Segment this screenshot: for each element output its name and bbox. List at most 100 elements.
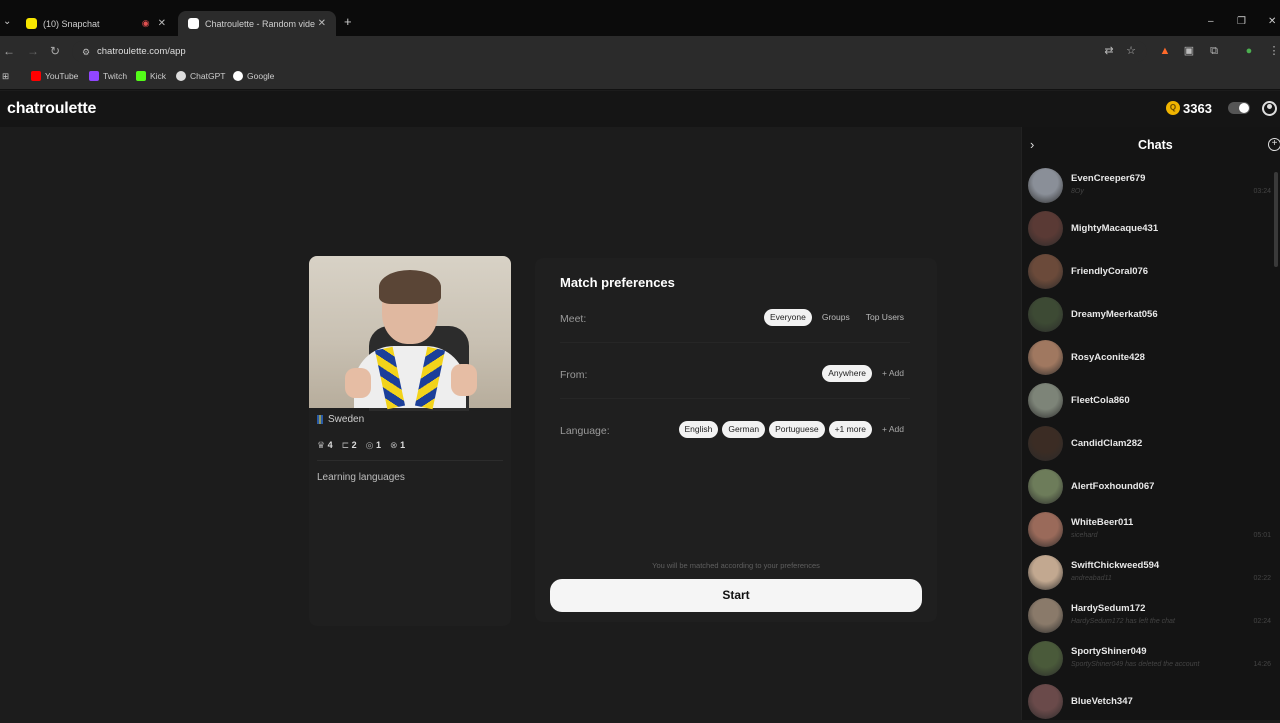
collapse-chevron-icon[interactable]: › (1030, 137, 1034, 152)
snapchat-icon (26, 18, 37, 29)
user-account-icon[interactable] (1262, 101, 1277, 116)
profile-avatar-icon[interactable]: ● (1243, 45, 1255, 57)
match-preferences-card: Match preferences Meet: Everyone Groups … (535, 258, 937, 622)
back-icon[interactable]: ← (3, 44, 15, 58)
restore-icon[interactable]: ❐ (1237, 16, 1246, 27)
bookmark-label: YouTube (45, 71, 79, 81)
chat-list-item[interactable]: CandidClam282 (1028, 425, 1273, 465)
chat-username: MightyMacaque431 (1071, 223, 1159, 234)
new-chat-icon[interactable]: + (1268, 138, 1280, 151)
app-header (0, 91, 1280, 127)
bookmark-twitch[interactable]: Twitch (89, 71, 127, 81)
avatar (1028, 383, 1063, 418)
close-window-icon[interactable]: ✕ (1268, 16, 1276, 27)
chat-username: FleetCola860 (1071, 395, 1130, 406)
chat-username: SwiftChickweed594 (1071, 560, 1160, 571)
minimize-icon[interactable]: – (1208, 16, 1214, 27)
chat-timestamp: 02:24 (1253, 618, 1271, 625)
bookmark-star-icon[interactable]: ☆ (1125, 45, 1137, 57)
language-english-chip[interactable]: English (678, 421, 719, 438)
chat-list-item[interactable]: FleetCola860 (1028, 382, 1273, 422)
chat-username: EvenCreeper679 (1071, 173, 1146, 184)
app-logo[interactable]: chatroulette (7, 100, 96, 118)
chat-list-item[interactable]: EvenCreeper679 8Oy 03:24 (1028, 167, 1273, 207)
chat-list-item[interactable]: WhiteBeer011 sicehard 05:01 (1028, 511, 1273, 551)
chat-username: CandidClam282 (1071, 438, 1143, 449)
apps-grid-icon[interactable]: ⊞ (2, 71, 9, 82)
chatroulette-icon (188, 18, 199, 29)
chat-last-message: HardySedum172 has left the chat (1071, 618, 1175, 625)
forward-icon[interactable]: → (27, 44, 39, 58)
chat-list-item[interactable]: RosyAconite428 (1028, 339, 1273, 379)
chat-list-item[interactable]: DreamyMeerkat056 (1028, 296, 1273, 336)
meet-top-users-chip[interactable]: Top Users (860, 309, 910, 326)
google-icon (233, 71, 243, 81)
bookmark-chatgpt[interactable]: ChatGPT (176, 71, 225, 81)
country-label: Sweden (317, 414, 364, 425)
from-anywhere-chip[interactable]: Anywhere (822, 365, 873, 382)
language-portuguese-chip[interactable]: Portuguese (769, 421, 825, 438)
menu-dots-icon[interactable]: ⋮ (1268, 45, 1280, 57)
avatar (1028, 641, 1063, 676)
chat-timestamp: 03:24 (1253, 188, 1271, 195)
reports-stat: ⊗ 1 (390, 440, 406, 450)
language-more-chip[interactable]: +1 more (828, 421, 873, 438)
coin-balance[interactable]: 3363 (1183, 101, 1212, 116)
avatar (1028, 297, 1063, 332)
extension-fire-icon[interactable]: ▲ (1159, 45, 1171, 57)
chat-list-item[interactable]: HardySedum172 HardySedum172 has left the … (1028, 597, 1273, 637)
tab-chatroulette[interactable]: Chatroulette - Random video c ✕ (178, 11, 336, 36)
extensions-puzzle-icon[interactable]: ⧉ (1208, 45, 1220, 57)
url-field[interactable]: chatroulette.com/app (72, 41, 1147, 62)
profile-bio[interactable]: Learning languages (317, 472, 405, 483)
bookmark-google[interactable]: Google (233, 71, 274, 81)
chats-scrollbar[interactable] (1274, 172, 1278, 267)
close-tab-icon[interactable]: ✕ (158, 18, 166, 29)
youtube-icon (31, 71, 41, 81)
chat-list-item[interactable]: AlertFoxhound067 (1028, 468, 1273, 508)
chat-last-message: SportyShiner049 has deleted the account (1071, 661, 1200, 668)
self-preview-card: Sweden ♛ 4 ⊏ 2 ◎ 1 ⊗ 1 Learning language… (309, 256, 511, 626)
twitch-icon (89, 71, 99, 81)
tab-search-icon[interactable]: ⌄ (3, 16, 11, 27)
chat-timestamp: 05:01 (1253, 532, 1271, 539)
site-info-icon[interactable]: ⚙ (80, 46, 92, 58)
chat-last-message: 8Oy (1071, 188, 1084, 195)
new-tab-icon[interactable]: + (344, 14, 352, 29)
chat-list-item[interactable]: FriendlyCoral076 (1028, 253, 1273, 293)
bookmark-kick[interactable]: Kick (136, 71, 166, 81)
chat-list-item[interactable]: BlueVetch347 (1028, 683, 1273, 723)
tab-title: (10) Snapchat (43, 18, 100, 29)
bookmark-label: Kick (150, 71, 167, 81)
tab-snapchat[interactable]: (10) Snapchat ◉ ✕ (16, 11, 176, 36)
divider (560, 342, 910, 343)
chat-timestamp: 02:22 (1253, 575, 1271, 582)
avatar (1028, 555, 1063, 590)
chat-last-message: sicehard (1071, 532, 1098, 539)
translate-icon[interactable]: ⇄ (1103, 45, 1115, 57)
close-tab-icon[interactable]: ✕ (318, 18, 326, 29)
avatar (1028, 469, 1063, 504)
chat-list-item[interactable]: MightyMacaque431 (1028, 210, 1273, 250)
from-add-button[interactable]: + Add (876, 365, 910, 382)
coin-icon: Q (1166, 101, 1180, 115)
meet-everyone-chip[interactable]: Everyone (763, 309, 812, 326)
bookmark-label: Twitch (103, 71, 128, 81)
extension-icon[interactable]: ▣ (1183, 45, 1195, 57)
language-german-chip[interactable]: German (722, 421, 766, 438)
chat-username: HardySedum172 (1071, 603, 1146, 614)
from-label: From: (560, 369, 588, 381)
language-add-button[interactable]: + Add (876, 421, 910, 438)
chat-timestamp: 14:26 (1253, 661, 1271, 668)
theme-toggle[interactable] (1228, 102, 1250, 114)
chat-list-item[interactable]: SportyShiner049 SportyShiner049 has delet… (1028, 640, 1273, 680)
chat-list-item[interactable]: SwiftChickweed594 andreabad11 02:22 (1028, 554, 1273, 594)
bookmark-youtube[interactable]: YouTube (31, 71, 78, 81)
avatar (1028, 168, 1063, 203)
avatar (1028, 254, 1063, 289)
meet-groups-chip[interactable]: Groups (816, 309, 856, 326)
language-label: Language: (560, 425, 610, 437)
reload-icon[interactable]: ↻ (50, 44, 60, 58)
match-hint: You will be matched according to your pr… (652, 561, 820, 570)
start-button[interactable]: Start (550, 579, 922, 612)
